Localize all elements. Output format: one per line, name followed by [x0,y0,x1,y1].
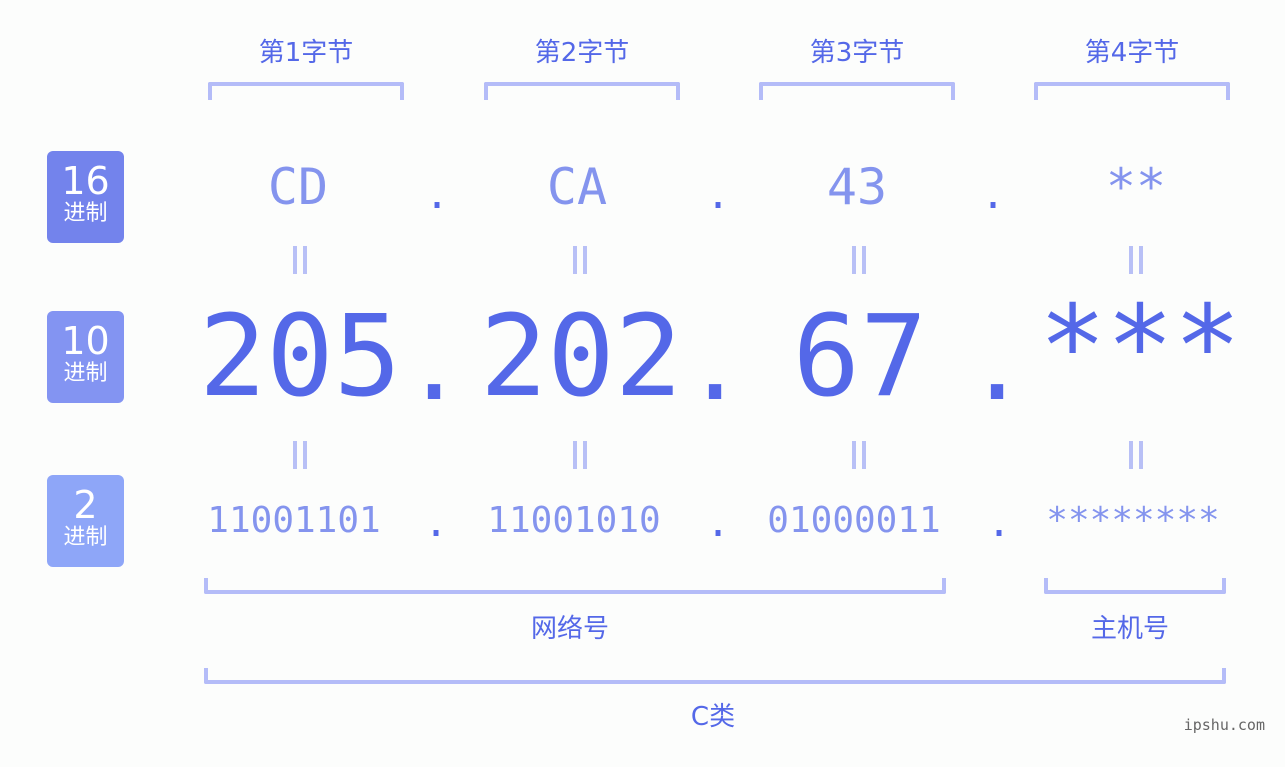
equals-sign [560,441,600,477]
base-badge-bin: 2 进制 [47,475,124,567]
host-bracket [1044,578,1226,594]
class-bracket [204,668,1226,684]
equals-sign [1116,441,1156,477]
base-badge-dec: 10 进制 [47,311,124,403]
class-label: C类 [690,702,736,732]
bin-separator: . [986,500,1012,546]
byte-bracket-3 [759,82,955,100]
dec-separator: . [404,306,465,423]
base-unit: 进制 [63,525,108,550]
hex-separator: . [705,172,731,218]
equals-sign [280,246,320,282]
equals-sign [839,441,879,477]
dec-separator: . [967,306,1028,423]
base-num: 2 [73,483,98,527]
base-unit: 进制 [63,201,108,226]
bin-separator: . [705,500,731,546]
hex-byte-1: CD [267,158,329,216]
byte-label-1: 第1字节 [258,38,354,68]
network-bracket [204,578,946,594]
byte-label-3: 第3字节 [809,38,905,68]
byte-bracket-4 [1034,82,1230,100]
dec-byte-2: 202 [479,292,683,422]
hex-byte-2: CA [546,158,608,216]
equals-sign [280,441,320,477]
bin-byte-2: 11001010 [487,500,661,541]
bin-byte-1: 11001101 [207,500,381,541]
base-num: 16 [61,159,110,203]
base-unit: 进制 [63,361,108,386]
host-label: 主机号 [1090,614,1169,644]
hex-byte-3: 43 [826,158,888,216]
equals-sign [1116,246,1156,282]
byte-bracket-1 [208,82,404,100]
byte-label-4: 第4字节 [1084,38,1180,68]
network-label: 网络号 [530,614,609,644]
dec-byte-4: *** [1038,282,1242,412]
dec-byte-3: 67 [792,292,928,422]
byte-label-2: 第2字节 [534,38,630,68]
hex-separator: . [980,172,1006,218]
dec-byte-1: 205 [198,292,402,422]
equals-sign [839,246,879,282]
watermark: ipshu.com [1183,716,1265,734]
hex-separator: . [424,172,450,218]
hex-byte-4: ** [1105,158,1167,216]
equals-sign [560,246,600,282]
bin-byte-3: 01000011 [767,500,941,541]
bin-separator: . [423,500,449,546]
bin-byte-4: ******** [1046,500,1220,541]
base-badge-hex: 16 进制 [47,151,124,243]
byte-bracket-2 [484,82,680,100]
base-num: 10 [61,319,110,363]
dec-separator: . [685,306,746,423]
